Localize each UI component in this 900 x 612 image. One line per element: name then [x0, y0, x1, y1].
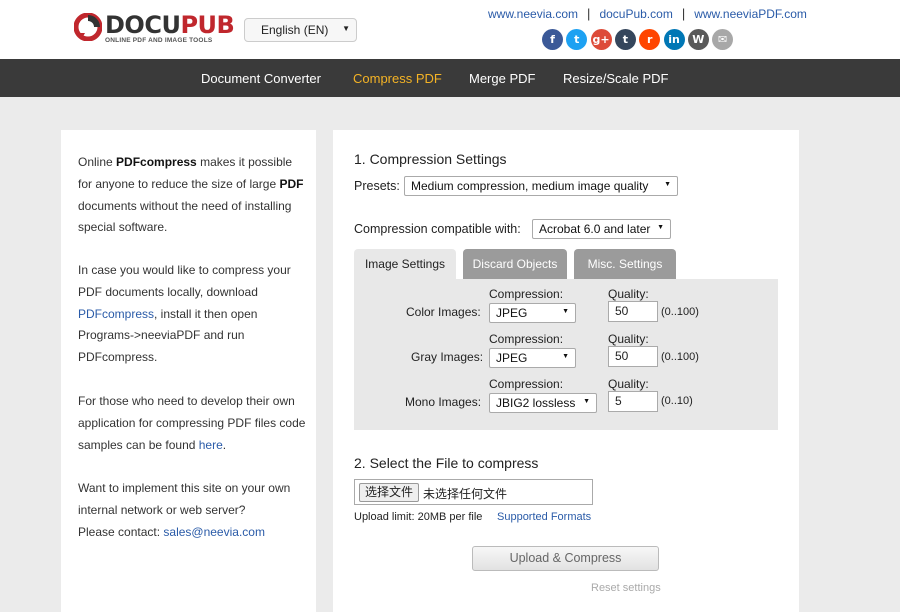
color-quality-input[interactable]: 50	[608, 301, 658, 322]
pdfcompress-download-link[interactable]: PDFcompress	[78, 307, 154, 321]
twitter-icon[interactable]: t	[566, 29, 588, 50]
compression-label: Compression:	[489, 332, 564, 346]
color-images-label: Color Images:	[406, 305, 481, 319]
language-select-value: English (EN)	[261, 23, 329, 37]
link-docupub[interactable]: docuPub.com	[599, 7, 672, 21]
upload-compress-button[interactable]: Upload & Compress	[472, 546, 659, 571]
compression-settings-title: 1. Compression Settings	[354, 151, 507, 167]
language-select[interactable]: English (EN) ▼	[244, 18, 357, 42]
facebook-icon[interactable]: f	[542, 29, 563, 50]
gray-quality-range: (0..100)	[661, 351, 699, 363]
reddit-icon[interactable]: r	[639, 29, 661, 50]
image-settings-panel: Compression: Quality: Color Images: JPEG…	[354, 279, 778, 430]
presets-label: Presets:	[354, 179, 400, 193]
site-header: DOCUPUB ONLINE PDF AND IMAGE TOOLS Engli…	[0, 0, 900, 59]
supported-formats-link[interactable]: Supported Formats	[497, 511, 591, 523]
mono-compression-select[interactable]: JBIG2 lossless ▼	[489, 393, 597, 413]
quality-label: Quality:	[608, 287, 649, 301]
no-file-chosen-text: 未选择任何文件	[423, 487, 508, 501]
chevron-down-icon: ▼	[583, 398, 590, 405]
info-paragraph-contact: Want to implement this site on your own …	[78, 481, 291, 539]
nav-document-converter[interactable]: Document Converter	[201, 71, 321, 86]
link-neeviapdf[interactable]: www.neeviaPDF.com	[694, 7, 807, 21]
mono-quality-range: (0..10)	[661, 395, 693, 407]
tumblr-icon[interactable]: t	[614, 29, 636, 50]
color-quality-range: (0..100)	[661, 306, 699, 318]
info-sidebar: Online PDFcompress makes it possible for…	[61, 130, 316, 612]
compat-select[interactable]: Acrobat 6.0 and later ▼	[532, 219, 671, 239]
info-paragraph-download: In case you would like to compress your …	[78, 263, 291, 365]
upload-limit-text: Upload limit: 20MB per file	[354, 511, 483, 523]
top-links: www.neevia.com | docuPub.com | www.neeviaPDF…	[488, 6, 807, 21]
compat-label: Compression compatible with:	[354, 222, 521, 236]
quality-label: Quality:	[608, 332, 649, 346]
mono-compression-value: JBIG2 lossless	[496, 396, 576, 410]
file-input[interactable]: 选择文件 未选择任何文件	[354, 479, 593, 505]
link-separator: |	[587, 6, 591, 21]
mono-quality-input[interactable]: 5	[608, 391, 658, 412]
gray-compression-select[interactable]: JPEG ▼	[489, 348, 576, 368]
link-separator: |	[681, 6, 686, 21]
chevron-down-icon: ▼	[562, 308, 569, 315]
gray-images-label: Gray Images:	[411, 350, 484, 364]
gray-quality-input[interactable]: 50	[608, 346, 658, 367]
mono-images-label: Mono Images:	[405, 395, 482, 409]
main-nav: Document Converter Compress PDF Merge PD…	[0, 59, 900, 97]
sales-email-link[interactable]: sales@neevia.com	[163, 525, 265, 539]
google-plus-icon[interactable]: g+	[590, 29, 612, 50]
chevron-down-icon: ▼	[562, 353, 569, 360]
logo-mark-icon	[74, 13, 102, 41]
compress-form-panel: 1. Compression Settings Presets: Medium …	[333, 130, 799, 612]
tab-discard-objects[interactable]: Discard Objects	[463, 249, 567, 280]
linkedin-icon[interactable]: in	[663, 29, 685, 50]
select-file-title: 2. Select the File to compress	[354, 455, 539, 471]
nav-resize-scale-pdf[interactable]: Resize/Scale PDF	[563, 71, 668, 86]
logo-wordmark: DOCUPUB	[105, 11, 235, 39]
color-compression-value: JPEG	[496, 306, 528, 320]
compression-label: Compression:	[489, 377, 564, 391]
chevron-down-icon: ▼	[664, 181, 671, 188]
info-paragraph-intro: Online PDFcompress makes it possible for…	[78, 155, 304, 235]
email-icon[interactable]: ✉	[712, 29, 734, 50]
reset-settings-link[interactable]: Reset settings	[591, 582, 661, 594]
link-neevia[interactable]: www.neevia.com	[488, 7, 578, 21]
tab-misc-settings[interactable]: Misc. Settings	[574, 249, 676, 280]
presets-select[interactable]: Medium compression, medium image quality…	[404, 176, 678, 196]
nav-merge-pdf[interactable]: Merge PDF	[469, 71, 535, 86]
choose-file-button[interactable]: 选择文件	[359, 483, 420, 502]
info-paragraph-developers: For those who need to develop their own …	[78, 394, 306, 452]
tab-image-settings[interactable]: Image Settings	[354, 249, 456, 280]
logo-tagline: ONLINE PDF AND IMAGE TOOLS	[105, 37, 213, 44]
docupub-logo[interactable]: DOCUPUB ONLINE PDF AND IMAGE TOOLS	[74, 11, 235, 48]
compat-select-value: Acrobat 6.0 and later	[539, 222, 651, 236]
gray-compression-value: JPEG	[496, 351, 528, 365]
chevron-down-icon: ▼	[342, 24, 350, 33]
compression-label: Compression:	[489, 287, 564, 301]
chevron-down-icon: ▼	[657, 224, 664, 231]
quality-label: Quality:	[608, 377, 649, 391]
code-samples-link[interactable]: here	[199, 438, 223, 452]
presets-select-value: Medium compression, medium image quality	[411, 179, 649, 193]
wordpress-icon[interactable]: W	[687, 29, 709, 50]
nav-compress-pdf[interactable]: Compress PDF	[353, 71, 442, 86]
color-compression-select[interactable]: JPEG ▼	[489, 303, 576, 323]
